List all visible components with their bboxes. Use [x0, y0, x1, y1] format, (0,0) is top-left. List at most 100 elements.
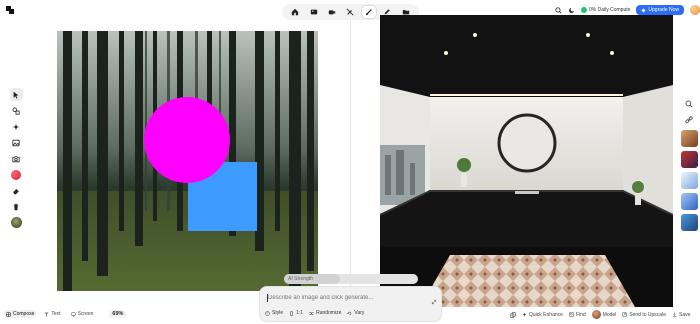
magic-tool[interactable]	[10, 120, 23, 133]
model-selector[interactable]: Model	[591, 310, 617, 319]
canvas-circle-shape[interactable]	[144, 97, 230, 183]
model-thumbnail	[591, 310, 601, 319]
forest-image	[57, 31, 318, 291]
randomize-button[interactable]: Randomize	[309, 310, 341, 316]
copy-icon[interactable]	[510, 311, 516, 318]
tab-text[interactable]: Text	[42, 310, 62, 318]
save-icon	[672, 312, 677, 317]
logo-icon	[6, 6, 14, 14]
ai-strength-slider[interactable]: AI Strength	[284, 274, 418, 284]
compute-label: 0% Daily Compute	[589, 7, 631, 13]
history-thumbnail[interactable]	[680, 151, 698, 168]
image-mode-button[interactable]	[307, 6, 321, 18]
left-toolbar	[7, 88, 25, 229]
select-tool[interactable]	[9, 88, 23, 101]
history-thumbnail[interactable]	[680, 130, 698, 147]
image-tool[interactable]	[10, 136, 23, 149]
zoom-level[interactable]: 69%	[109, 310, 127, 318]
history-thumbnail[interactable]	[680, 193, 698, 210]
text-label: Text	[51, 311, 61, 317]
style-button[interactable]: Style	[265, 310, 283, 316]
find-icon	[569, 312, 574, 317]
history-thumbnail[interactable]	[680, 214, 698, 231]
brush-mode-button[interactable]	[361, 6, 376, 18]
camera-icon	[12, 155, 20, 162]
brush-icon	[365, 9, 372, 16]
camera-tool[interactable]	[10, 152, 23, 165]
style-label: Style	[272, 310, 284, 316]
screen-label: Screen	[77, 311, 94, 317]
no-pen-icon	[346, 8, 354, 16]
send-to-upscale-label: Send to Upscale	[629, 311, 666, 318]
upscale-icon	[622, 312, 628, 317]
color-tool[interactable]	[10, 168, 23, 181]
shapes-tool[interactable]	[10, 104, 23, 117]
color-swatch-icon	[11, 169, 21, 180]
eraser-icon	[13, 188, 19, 194]
prompt-input[interactable]	[268, 293, 428, 303]
diamond-icon	[641, 8, 646, 12]
model-label: Model	[602, 311, 617, 318]
daily-compute-status[interactable]: 0% Daily Compute	[581, 7, 630, 13]
send-to-upscale-button[interactable]: Send to Upscale	[622, 312, 666, 318]
randomize-label: Randomize	[316, 310, 342, 316]
layer-thumbnail-image	[10, 217, 22, 228]
vary-label: Vary	[354, 310, 365, 316]
search-icon	[685, 100, 693, 108]
link-icon	[685, 116, 693, 124]
aspect-ratio-button[interactable]: 1:1	[289, 310, 303, 316]
image-icon	[310, 9, 317, 15]
quick-enhance-label: Quick Enhance	[529, 311, 563, 318]
bottom-mode-tabs: Compose Text Screen 69%	[4, 310, 127, 318]
search-history-button[interactable]	[683, 98, 695, 110]
compose-icon	[6, 311, 11, 317]
delete-tool[interactable]	[10, 200, 23, 213]
shuffle-icon	[309, 311, 314, 315]
video-icon	[328, 10, 336, 15]
find-label: Find	[575, 311, 586, 318]
aspect-ratio-icon	[290, 310, 294, 316]
canvas-divider	[350, 20, 351, 306]
image-icon	[12, 139, 20, 146]
text-icon	[45, 312, 49, 316]
quick-enhance-button[interactable]: Quick Enhance	[522, 312, 563, 318]
eraser-tool[interactable]	[10, 184, 23, 197]
prompt-box: Style 1:1 Randomize Vary	[259, 286, 442, 322]
history-thumbnail[interactable]	[680, 172, 698, 189]
save-label: Save	[678, 311, 691, 318]
no-pen-button[interactable]	[343, 6, 357, 18]
video-mode-button[interactable]	[325, 6, 339, 18]
theme-toggle-icon[interactable]	[568, 7, 575, 14]
link-button[interactable]	[683, 114, 695, 126]
search-icon[interactable]	[555, 6, 562, 14]
home-icon	[292, 8, 299, 16]
compose-label: Compose	[13, 311, 35, 317]
expand-icon[interactable]	[431, 299, 437, 305]
ai-strength-label: AI Strength	[288, 276, 314, 282]
layer-thumbnail[interactable]	[10, 216, 23, 229]
home-button[interactable]	[288, 6, 302, 18]
vary-icon	[347, 311, 352, 315]
user-avatar[interactable]	[689, 5, 700, 15]
screen-icon	[70, 312, 76, 317]
vary-button[interactable]: Vary	[347, 310, 364, 316]
find-button[interactable]: Find	[569, 312, 586, 318]
palette-icon	[265, 310, 270, 316]
upgrade-button[interactable]: Upgrade Now	[636, 5, 684, 15]
right-toolbar	[680, 98, 698, 231]
sparkle-icon	[12, 123, 20, 130]
compute-indicator-icon	[581, 7, 587, 13]
output-canvas[interactable]	[380, 15, 673, 307]
generated-room-image	[380, 15, 673, 307]
input-canvas[interactable]	[57, 31, 318, 291]
bottom-actions: Quick Enhance Find Model Send to Upscale…	[510, 310, 690, 319]
prompt-options: Style 1:1 Randomize Vary	[265, 310, 364, 316]
enhance-icon	[522, 312, 527, 317]
trash-icon	[13, 203, 19, 210]
shapes-icon	[12, 107, 20, 115]
tab-screen[interactable]: Screen	[69, 310, 96, 318]
tab-compose[interactable]: Compose	[4, 310, 37, 318]
aspect-ratio-label: 1:1	[296, 310, 304, 316]
save-button[interactable]: Save	[672, 312, 690, 318]
upgrade-label: Upgrade Now	[648, 7, 679, 13]
